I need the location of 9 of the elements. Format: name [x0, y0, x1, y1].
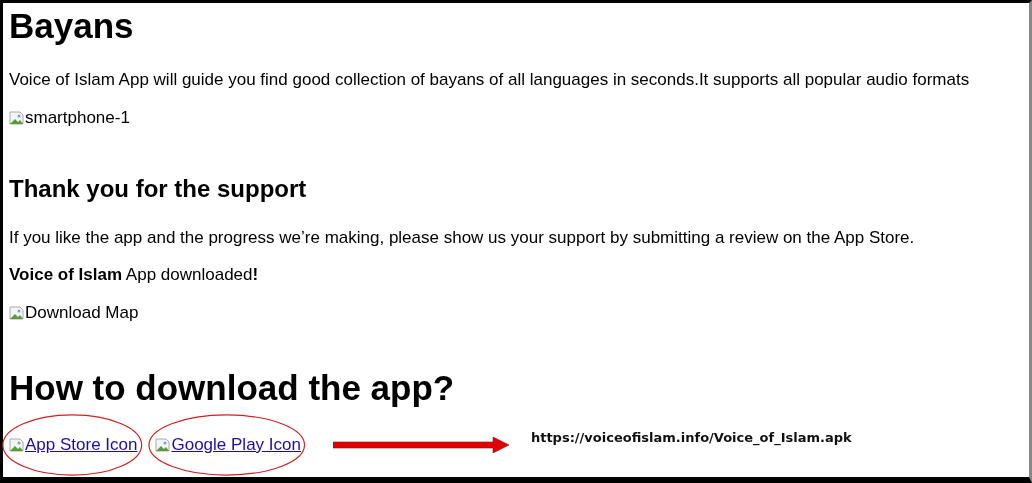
- page-heading: Bayans: [9, 5, 135, 47]
- paragraph: Voice of Islam App will guide you find good collection of bayans of all languages in seconds.It supports all popular audio formats: [9, 70, 971, 90]
- paragraph: If you like the app and the progress we’re making, please show us your support by submitting a review on the App Store.: [9, 228, 916, 248]
- paragraph: Voice of Islam App downloaded!: [9, 265, 260, 285]
- image-alt-text: smartphone-1: [25, 108, 130, 128]
- image-alt-text: Download Map: [25, 303, 139, 323]
- page-heading: How to download the app?: [9, 367, 456, 409]
- url-annotation: https://voiceofislam.info/Voice_of_Islam.apk: [530, 429, 852, 445]
- section-heading: Thank you for the support: [9, 175, 308, 203]
